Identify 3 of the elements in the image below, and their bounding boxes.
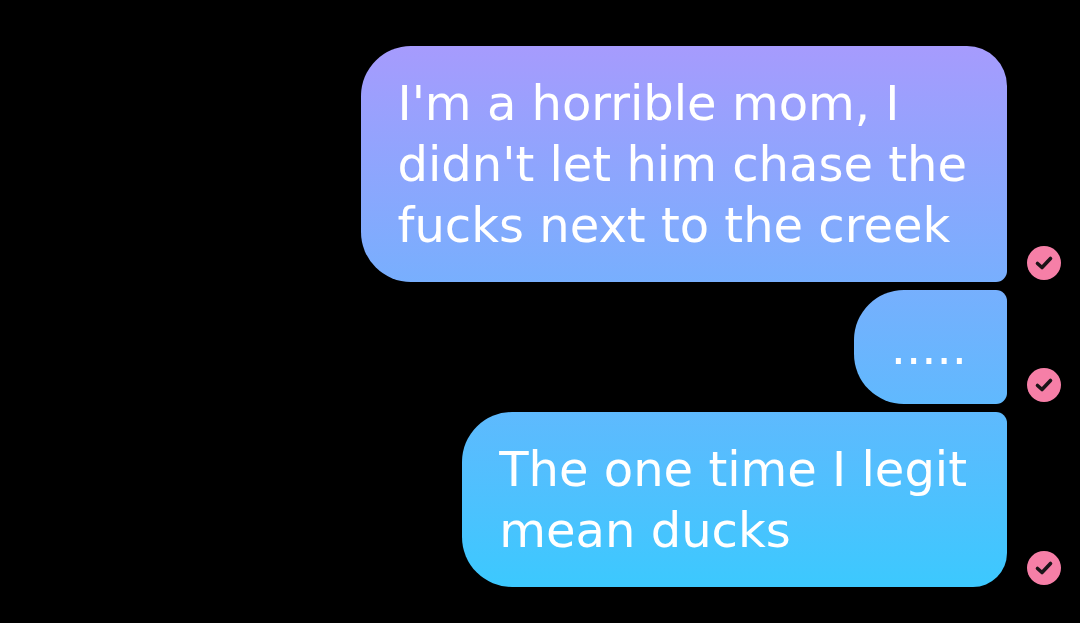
message-bubble: .....	[853, 290, 1007, 404]
message-bubble: I'm a horrible mom, I didn't let him chase the fucks next to the creek	[360, 46, 1007, 282]
message-bubble: The one time I legit mean ducks	[462, 412, 1007, 587]
